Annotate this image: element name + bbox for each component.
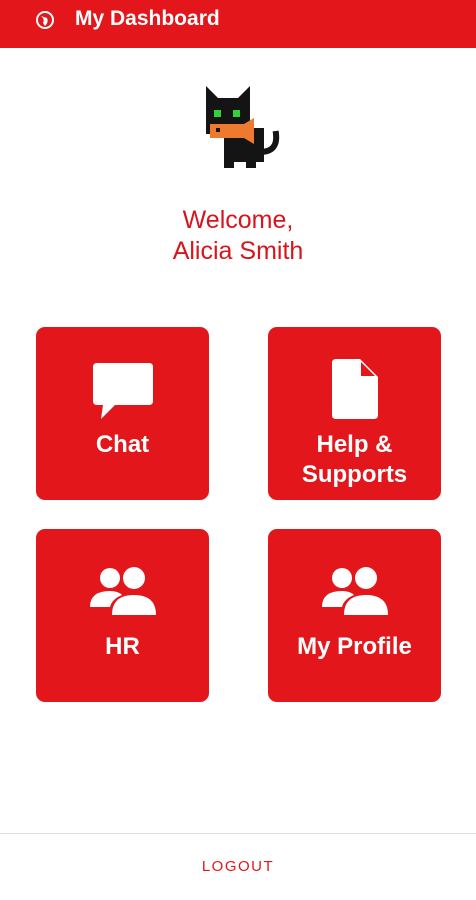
chat-label: Chat [95, 431, 150, 458]
greeting-text: Welcome, [182, 206, 294, 234]
logout-button[interactable]: LOGOUT [0, 834, 476, 900]
welcome-message: Welcome, Alicia Smith [0, 205, 476, 267]
hr-tile[interactable]: HR [36, 529, 209, 702]
avatar[interactable] [190, 82, 286, 178]
user-name: Alicia Smith [172, 237, 304, 265]
my-profile-tile[interactable]: My Profile [268, 529, 441, 702]
help-label-line1: Help & [316, 431, 393, 458]
document-icon [331, 359, 378, 419]
chat-tile[interactable]: Chat [36, 327, 209, 500]
my-profile-label: My Profile [297, 633, 412, 660]
app-bar: My Dashboard [0, 0, 476, 48]
users-icon [89, 567, 156, 615]
hr-label: HR [105, 633, 140, 660]
help-label-line2: Supports [301, 461, 408, 488]
help-supports-tile[interactable]: Help & Supports [268, 327, 441, 500]
users-icon [321, 567, 388, 615]
app-title: My Dashboard [75, 7, 220, 30]
chat-bubble-icon [92, 363, 153, 419]
globe-logo-icon [36, 11, 54, 29]
